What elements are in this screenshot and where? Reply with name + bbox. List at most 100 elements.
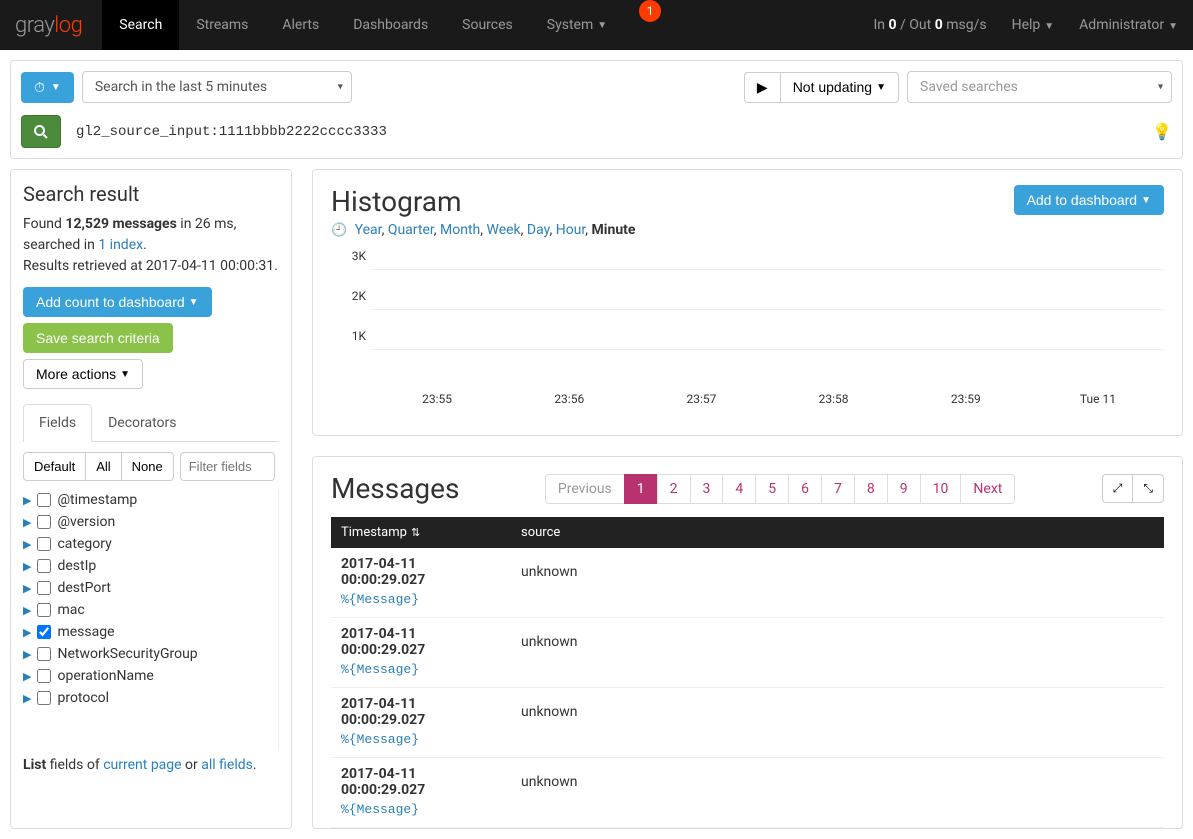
page-1[interactable]: 1: [624, 474, 658, 504]
notification-badge[interactable]: 1: [639, 0, 661, 22]
expand-field-icon[interactable]: ▶: [23, 582, 31, 595]
table-row[interactable]: 2017-04-11 00:00:29.027unknown: [331, 618, 1164, 663]
expand-field-icon[interactable]: ▶: [23, 626, 31, 639]
field-name[interactable]: mac: [57, 602, 84, 618]
search-query-input[interactable]: [76, 124, 1137, 140]
page-5[interactable]: 5: [755, 474, 789, 504]
filter-fields-input[interactable]: [180, 452, 275, 481]
col-timestamp[interactable]: Timestamp⇅: [331, 517, 511, 548]
field-checkbox[interactable]: [37, 493, 51, 507]
granularity-week[interactable]: Week: [486, 222, 520, 238]
page-6[interactable]: 6: [788, 474, 822, 504]
field-name[interactable]: destIp: [57, 558, 96, 574]
field-checkbox[interactable]: [37, 603, 51, 617]
field-name[interactable]: message: [57, 624, 114, 640]
field-name[interactable]: protocol: [57, 690, 109, 706]
current-page-link[interactable]: current page: [103, 757, 181, 773]
expand-field-icon[interactable]: ▶: [23, 560, 31, 573]
msg-body[interactable]: %{Message}: [331, 802, 1164, 828]
table-row-details: %{Message}: [331, 662, 1164, 688]
caret-icon: ▼: [1168, 21, 1178, 32]
nav-streams[interactable]: Streams: [179, 0, 265, 50]
nav-sources[interactable]: Sources: [445, 0, 530, 50]
nav-dashboards[interactable]: Dashboards: [336, 0, 445, 50]
msg-body[interactable]: %{Message}: [331, 662, 1164, 688]
page-2[interactable]: 2: [657, 474, 691, 504]
collapse-all-button[interactable]: ⤡: [1132, 474, 1164, 503]
time-range-select[interactable]: Search in the last 5 minutes▾: [82, 71, 352, 103]
granularity-quarter[interactable]: Quarter: [388, 222, 434, 238]
all-fields-link[interactable]: all fields: [201, 757, 253, 773]
table-row[interactable]: 2017-04-11 00:00:29.027unknown: [331, 758, 1164, 803]
field-name[interactable]: destPort: [57, 580, 111, 596]
granularity-year[interactable]: Year: [355, 222, 382, 238]
histogram-chart: 1K2K3K 23:5523:5623:5723:5823:59Tue 11: [371, 250, 1164, 410]
page-prev[interactable]: Previous: [545, 474, 625, 504]
saved-searches-select[interactable]: Saved searches▾: [907, 71, 1172, 103]
expand-field-icon[interactable]: ▶: [23, 516, 31, 529]
expand-field-icon[interactable]: ▶: [23, 670, 31, 683]
field-name[interactable]: @version: [57, 514, 115, 530]
field-name[interactable]: operationName: [57, 668, 153, 684]
filter-none-button[interactable]: None: [121, 452, 174, 481]
expand-field-icon[interactable]: ▶: [23, 604, 31, 617]
msg-source: unknown: [511, 548, 1164, 592]
page-8[interactable]: 8: [854, 474, 888, 504]
save-criteria-button[interactable]: Save search criteria: [23, 323, 173, 353]
nav-help[interactable]: Help▼: [1012, 17, 1055, 33]
page-10[interactable]: 10: [920, 474, 962, 504]
more-actions-button[interactable]: More actions▼: [23, 359, 143, 389]
granularity-hour[interactable]: Hour: [556, 222, 586, 238]
field-checkbox[interactable]: [37, 537, 51, 551]
granularity-minute[interactable]: Minute: [592, 222, 636, 238]
add-to-dashboard-button[interactable]: Add to dashboard▼: [1014, 185, 1164, 215]
msg-body[interactable]: %{Message}: [331, 592, 1164, 618]
granularity-day[interactable]: Day: [527, 222, 550, 238]
granularity-month[interactable]: Month: [440, 222, 480, 238]
nav-alerts[interactable]: Alerts: [265, 0, 336, 50]
page-9[interactable]: 9: [887, 474, 921, 504]
nav-admin[interactable]: Administrator▼: [1079, 17, 1178, 33]
field-name[interactable]: category: [57, 536, 111, 552]
filter-all-button[interactable]: All: [86, 452, 120, 481]
expand-field-icon[interactable]: ▶: [23, 538, 31, 551]
field-name[interactable]: @timestamp: [57, 492, 137, 508]
expand-field-icon[interactable]: ▶: [23, 494, 31, 507]
page-next[interactable]: Next: [960, 474, 1015, 504]
field-name[interactable]: NetworkSecurityGroup: [57, 646, 197, 662]
msg-body[interactable]: %{Message}: [331, 732, 1164, 758]
page-7[interactable]: 7: [821, 474, 855, 504]
page-3[interactable]: 3: [690, 474, 724, 504]
add-count-button[interactable]: Add count to dashboard▼: [23, 287, 212, 317]
field-item: ▶ NetworkSecurityGroup: [23, 643, 278, 665]
field-checkbox[interactable]: [37, 647, 51, 661]
expand-all-button[interactable]: ⤢: [1102, 474, 1133, 503]
col-source[interactable]: source: [511, 517, 1164, 548]
tab-decorators[interactable]: Decorators: [92, 404, 192, 441]
fields-list[interactable]: ▶ @timestamp ▶ @version ▶ category ▶ destIp…: [23, 489, 279, 749]
nav-system[interactable]: System▼: [530, 0, 624, 50]
time-config-button[interactable]: ⏱▼: [21, 72, 74, 103]
table-row[interactable]: 2017-04-11 00:00:29.027unknown: [331, 548, 1164, 592]
expand-field-icon[interactable]: ▶: [23, 692, 31, 705]
search-button[interactable]: [21, 115, 61, 148]
search-icon: [33, 124, 49, 140]
hint-icon[interactable]: 💡: [1152, 122, 1172, 141]
field-checkbox[interactable]: [37, 581, 51, 595]
update-interval-button[interactable]: Not updating▼: [780, 72, 899, 103]
field-checkbox[interactable]: [37, 625, 51, 639]
nav-search[interactable]: Search: [102, 0, 179, 50]
brand-logo[interactable]: graylog: [15, 13, 82, 38]
tab-fields[interactable]: Fields: [23, 404, 92, 442]
field-checkbox[interactable]: [37, 559, 51, 573]
field-checkbox[interactable]: [37, 669, 51, 683]
expand-field-icon[interactable]: ▶: [23, 648, 31, 661]
filter-default-button[interactable]: Default: [23, 452, 86, 481]
page-4[interactable]: 4: [722, 474, 756, 504]
play-button[interactable]: ▶: [744, 72, 780, 103]
index-link[interactable]: 1 index: [98, 237, 143, 253]
table-row[interactable]: 2017-04-11 00:00:29.027unknown: [331, 688, 1164, 733]
field-checkbox[interactable]: [37, 691, 51, 705]
field-checkbox[interactable]: [37, 515, 51, 529]
caret-icon: ▼: [1141, 195, 1151, 206]
